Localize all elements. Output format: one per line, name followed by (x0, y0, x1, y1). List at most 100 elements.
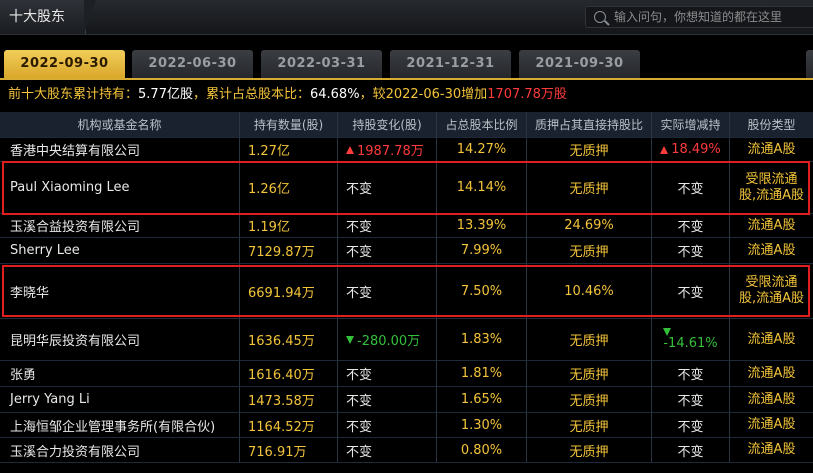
table-row[interactable]: 玉溪合益投资有限公司 1.19亿 不变 13.39% 24.69% 不变 流通A… (0, 214, 813, 238)
holder-change-value: 1987.78万 (357, 144, 424, 159)
table-row[interactable]: Paul Xiaoming Lee 1.26亿 不变 14.14% 无质押 不变… (0, 162, 813, 214)
summary-change-value: 1707.78万股 (487, 87, 567, 102)
holder-qty: 7129.87万 (240, 238, 338, 263)
holder-ratio: 1.83% (437, 319, 527, 360)
tab-2022-03-31[interactable]: 2022-03-31 (261, 50, 382, 78)
summary-prefix: 前十大股东累计持有： (8, 87, 139, 102)
holder-ratio: 14.27% (437, 138, 527, 161)
summary-sep1: ，累计占总股本比： (192, 87, 310, 102)
holder-pledge: 无质押 (527, 238, 652, 263)
holder-pledge: 无质押 (527, 319, 652, 360)
table-header: 机构或基金名称 持有数量(股) 持股变化(股) 占总股本比例 质押占其直接持股比… (0, 112, 813, 138)
holder-name: 香港中央结算有限公司 (0, 138, 240, 161)
tab-2022-06-30[interactable]: 2022-06-30 (132, 50, 253, 78)
table-row[interactable]: 昆明华辰投资有限公司 1636.45万 -280.00万 1.83% 无质押 -… (0, 319, 813, 361)
tab-2021-12-31[interactable]: 2021-12-31 (390, 50, 511, 78)
arrow-down-icon (663, 327, 672, 336)
holder-pledge: 无质押 (527, 162, 652, 213)
holder-change-value: -280.00万 (357, 334, 421, 349)
holder-change: 不变 (338, 264, 437, 318)
holder-actual: 不变 (652, 361, 730, 386)
holder-change: -280.00万 (338, 319, 437, 360)
header-type[interactable]: 股份类型 (730, 112, 813, 137)
holder-actual: 不变 (652, 387, 730, 412)
holder-qty: 1.27亿 (240, 138, 338, 161)
holder-name: Sherry Lee (0, 238, 240, 263)
holder-ratio: 7.50% (437, 264, 527, 318)
type-line-2: 股,流通A股 (738, 291, 805, 306)
holder-pledge: 10.46% (527, 264, 652, 318)
holder-actual: 不变 (652, 264, 730, 318)
header-actual[interactable]: 实际增减持 (652, 112, 730, 137)
search-input[interactable] (614, 7, 809, 27)
holder-pledge: 24.69% (527, 214, 652, 237)
holder-qty: 1.19亿 (240, 214, 338, 237)
summary-ratio: 64.68% (309, 87, 360, 102)
holder-actual-value: -14.61% (663, 335, 718, 351)
holder-actual: 不变 (652, 238, 730, 263)
search-box[interactable] (585, 6, 813, 28)
holder-type: 流通A股 (747, 442, 796, 457)
table-row[interactable]: 上海恒邹企业管理事务所(有限合伙) 1164.52万 不变 1.30% 无质押 … (0, 413, 813, 438)
holder-ratio: 1.65% (437, 387, 527, 412)
header-qty[interactable]: 持有数量(股) (240, 112, 338, 137)
header-change[interactable]: 持股变化(股) (338, 112, 437, 137)
holder-actual: -14.61% (652, 319, 730, 360)
tab-2022-09-30[interactable]: 2022-09-30 (4, 50, 125, 78)
search-icon[interactable] (594, 11, 606, 23)
holder-actual: 不变 (652, 438, 730, 462)
holder-change: 不变 (338, 162, 437, 213)
title-tab-notch (84, 0, 96, 34)
arrow-down-icon (346, 335, 354, 344)
summary-line: 前十大股东累计持有：5.77亿股，累计占总股本比：64.68%，较2022-06… (8, 84, 813, 106)
summary-sep2: ，较 (359, 87, 386, 102)
holder-type: 流通A股 (747, 331, 796, 347)
window-titlebar: 十大股东 (0, 0, 813, 35)
holder-name: Paul Xiaoming Lee (0, 162, 240, 213)
holder-name: 玉溪合益投资有限公司 (0, 214, 240, 237)
holder-name: 昆明华辰投资有限公司 (0, 319, 240, 360)
holder-change: 不变 (338, 361, 437, 386)
table-row[interactable]: 李晓华 6691.94万 不变 7.50% 10.46% 不变 受限流通 股,流通… (0, 264, 813, 319)
holder-actual: 不变 (652, 413, 730, 437)
holder-actual: 不变 (652, 214, 730, 237)
holder-qty: 1473.58万 (240, 387, 338, 412)
arrow-up-icon (346, 145, 354, 154)
holder-type: 流通A股 (747, 365, 796, 381)
holder-qty: 1164.52万 (240, 413, 338, 437)
header-name[interactable]: 机构或基金名称 (0, 112, 240, 137)
holder-change: 不变 (338, 438, 437, 462)
holder-name: 李晓华 (0, 264, 240, 318)
table-row[interactable]: Sherry Lee 7129.87万 不变 7.99% 无质押 不变 流通A股 (0, 238, 813, 264)
window-title[interactable]: 十大股东 (0, 0, 86, 34)
table-row[interactable]: 张勇 1616.40万 不变 1.81% 无质押 不变 流通A股 (0, 361, 813, 387)
table-row[interactable]: 香港中央结算有限公司 1.27亿 1987.78万 14.27% 无质押 18.… (0, 138, 813, 162)
holder-pledge: 无质押 (527, 387, 652, 412)
holder-actual-value: 18.49% (671, 142, 721, 157)
summary-compare-date: 2022-06-30 (385, 87, 462, 102)
holder-qty: 1.26亿 (240, 162, 338, 213)
holder-qty: 716.91万 (240, 438, 338, 462)
header-pledge[interactable]: 质押占其直接持股比 (527, 112, 652, 137)
holder-pledge: 无质押 (527, 361, 652, 386)
holder-type: 流通A股 (747, 242, 796, 258)
holder-ratio: 7.99% (437, 238, 527, 263)
holder-change: 1987.78万 (338, 138, 437, 161)
holder-pledge: 无质押 (527, 138, 652, 161)
table-row[interactable]: Jerry Yang Li 1473.58万 不变 1.65% 无质押 不变 流… (0, 387, 813, 413)
header-ratio[interactable]: 占总股本比例 (437, 112, 527, 137)
holder-type: 流通A股 (747, 141, 796, 157)
holder-type: 流通A股 (747, 417, 796, 432)
holder-name: Jerry Yang Li (0, 387, 240, 412)
holder-qty: 6691.94万 (240, 264, 338, 318)
period-tabs: 2022-09-30 2022-06-30 2022-03-31 2021-12… (0, 50, 813, 80)
type-line-1: 受限流通 (745, 171, 798, 187)
tab-2021-09-30[interactable]: 2021-09-30 (519, 50, 640, 78)
tab-overflow[interactable] (806, 50, 813, 78)
type-line-2: 股,流通A股 (738, 187, 805, 203)
holder-type: 流通A股 (747, 217, 796, 233)
holder-ratio: 1.81% (437, 361, 527, 386)
table-row[interactable]: 玉溪合力投资有限公司 716.91万 不变 0.80% 无质押 不变 流通A股 (0, 438, 813, 463)
holder-ratio: 0.80% (437, 438, 527, 462)
holder-name: 上海恒邹企业管理事务所(有限合伙) (0, 413, 240, 437)
